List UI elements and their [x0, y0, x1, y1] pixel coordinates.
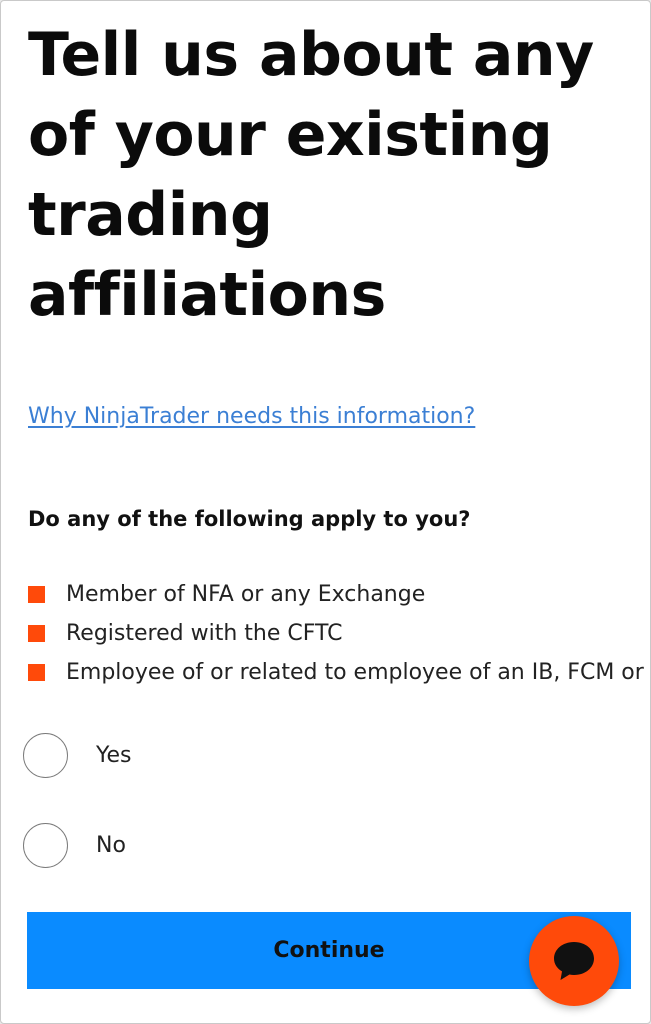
radio-label-yes: Yes: [96, 743, 132, 768]
chat-bubble-icon: [554, 942, 594, 980]
affiliation-label: Member of NFA or any Exchange: [66, 582, 426, 607]
radio-label-no: No: [96, 833, 126, 858]
affiliation-label: Employee of or related to employee of an…: [66, 660, 650, 685]
list-item: Member of NFA or any Exchange: [28, 575, 650, 614]
page-frame: Tell us about any of your existing tradi…: [0, 0, 651, 1024]
list-item: Registered with the CFTC: [28, 614, 650, 653]
affiliation-label: Registered with the CFTC: [66, 621, 343, 646]
radio-button-yes[interactable]: [23, 733, 68, 778]
square-bullet-icon: [28, 586, 45, 603]
radio-option-no[interactable]: No: [23, 823, 126, 868]
question-label: Do any of the following apply to you?: [28, 507, 471, 531]
chat-button[interactable]: [529, 916, 619, 1006]
page-title: Tell us about any of your existing tradi…: [28, 20, 594, 330]
list-item: Employee of or related to employee of an…: [28, 653, 650, 692]
radio-option-yes[interactable]: Yes: [23, 733, 132, 778]
why-info-link[interactable]: Why NinjaTrader needs this information?: [28, 404, 475, 429]
square-bullet-icon: [28, 625, 45, 642]
radio-button-no[interactable]: [23, 823, 68, 868]
affiliation-list: Member of NFA or any Exchange Registered…: [28, 575, 650, 692]
square-bullet-icon: [28, 664, 45, 681]
